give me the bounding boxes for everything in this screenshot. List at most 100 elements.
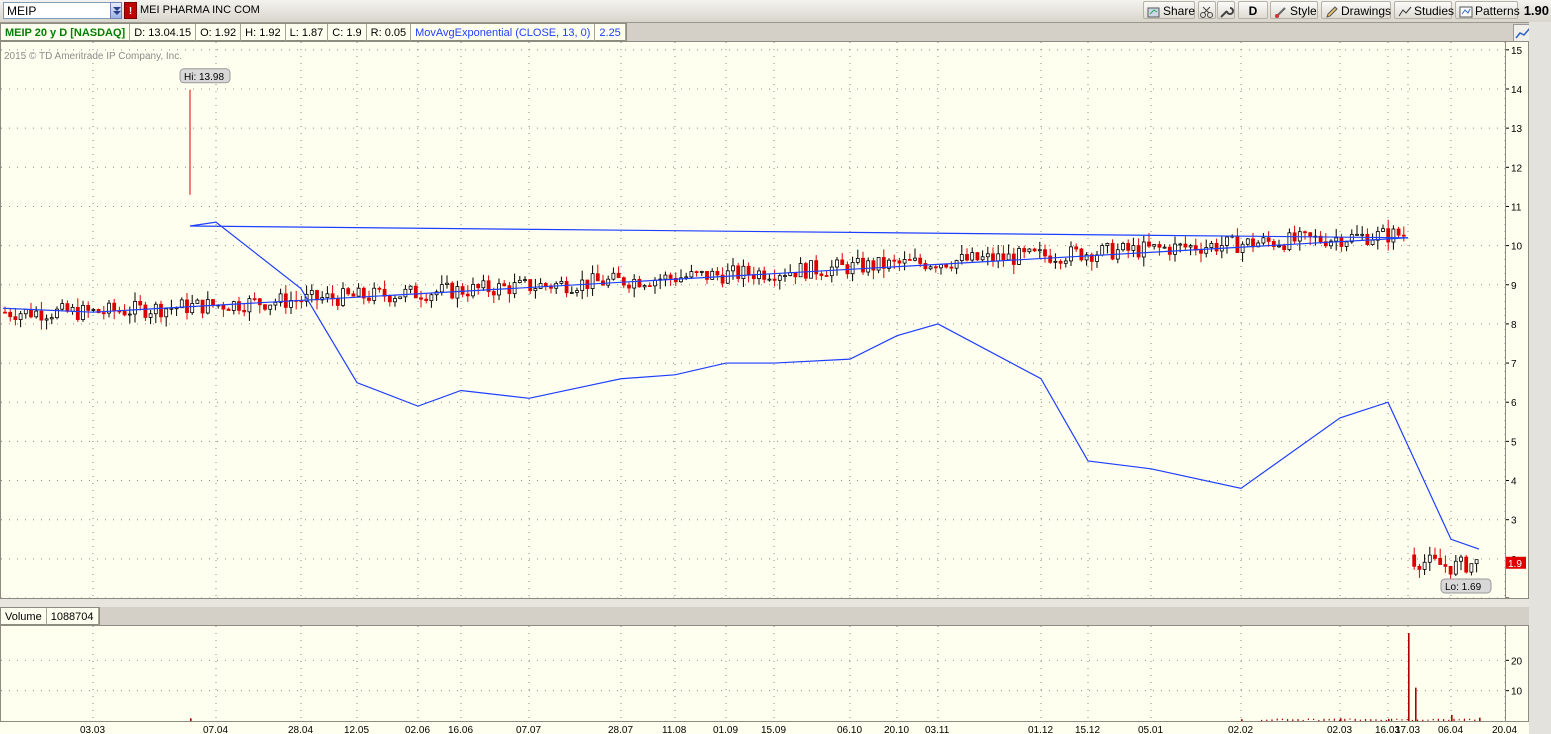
candle <box>949 266 954 269</box>
date-tick-label: 20.10 <box>884 725 909 734</box>
brush-icon <box>1275 7 1286 18</box>
candle <box>1427 554 1432 563</box>
settings-button[interactable] <box>1217 1 1235 19</box>
candle <box>1157 244 1162 248</box>
candle <box>1037 249 1042 252</box>
date-axis[interactable]: 03.03 17.03 07.04 28.04 12.05 02.06 16.06 07.07… <box>0 722 1530 734</box>
alert-icon[interactable]: ! <box>124 2 137 19</box>
candle <box>190 303 195 314</box>
candle <box>408 285 413 290</box>
date-tick-label: 02.03 <box>1327 725 1352 734</box>
volume-bar <box>1333 718 1335 721</box>
candle <box>257 298 262 306</box>
candle <box>81 305 85 320</box>
candle <box>465 293 470 297</box>
candle <box>533 288 538 292</box>
style-button[interactable]: Style <box>1270 1 1318 19</box>
last-price-marker-label: 1.9 <box>1508 559 1522 570</box>
candle <box>476 284 481 289</box>
candle <box>1225 236 1229 246</box>
studies-button[interactable]: Studies <box>1394 1 1454 19</box>
candle <box>746 265 751 276</box>
candle <box>1344 241 1349 247</box>
candle <box>1422 561 1427 570</box>
candle <box>694 271 699 273</box>
candle <box>18 313 23 320</box>
period-button[interactable]: D <box>1238 1 1268 19</box>
candle <box>1474 559 1479 565</box>
candle <box>1183 243 1188 248</box>
candle <box>75 306 80 320</box>
candle <box>211 299 215 306</box>
patterns-button[interactable]: Patterns <box>1455 1 1520 19</box>
date-tick-label: 16.06 <box>448 725 473 734</box>
candle <box>809 260 813 279</box>
price-tick-label: 6 <box>1511 398 1517 409</box>
symbol-dropdown-button[interactable] <box>110 2 122 19</box>
price-tick-label: 3 <box>1511 516 1517 527</box>
candle <box>606 278 611 286</box>
date-tick-label: 07.07 <box>516 725 541 734</box>
candle <box>1433 554 1437 559</box>
price-chart-svg: Hi: 13.98 Lo: 1.69 <box>1 42 1506 599</box>
date-tick-label: 07.04 <box>203 725 228 734</box>
chart-title[interactable]: MEIP 20 y D [NASDAQ] <box>1 24 131 41</box>
candle <box>689 271 694 278</box>
candle <box>803 263 808 279</box>
price-axis[interactable]: 234567891011121314151.9 <box>1506 41 1529 599</box>
candle <box>939 264 943 269</box>
candle <box>1017 248 1021 265</box>
volume-bar <box>1340 718 1342 721</box>
panel-splitter[interactable] <box>0 599 1530 607</box>
date-tick-label: 15.09 <box>761 725 786 734</box>
candle <box>528 279 533 292</box>
candle <box>725 270 730 284</box>
candle <box>523 279 527 282</box>
candle <box>1121 243 1125 251</box>
date-tick-label: 16.03 <box>1375 725 1400 734</box>
price-tick-label: 14 <box>1511 85 1523 96</box>
volume-label[interactable]: Volume <box>1 608 47 625</box>
candle <box>237 301 241 311</box>
candle <box>741 265 746 279</box>
candle <box>1100 245 1105 256</box>
symbol-input[interactable] <box>3 2 115 19</box>
candle <box>1401 234 1406 237</box>
patterns-icon <box>1459 6 1473 18</box>
candle <box>1022 248 1027 253</box>
right-scroll-strip[interactable] <box>1529 22 1551 734</box>
candle <box>1147 241 1151 247</box>
share-button[interactable]: Share <box>1143 1 1195 19</box>
volume-bar <box>1297 719 1299 722</box>
share-label: Share <box>1163 4 1196 18</box>
tools-button[interactable] <box>1198 1 1216 19</box>
price-chart-panel[interactable]: Hi: 13.98 Lo: 1.69 <box>0 41 1506 599</box>
volume-bar <box>1408 633 1410 721</box>
candle <box>169 307 174 310</box>
candle <box>138 301 143 306</box>
candle <box>705 270 709 280</box>
candle <box>907 259 912 261</box>
candle <box>632 278 637 289</box>
candle <box>996 253 1001 262</box>
candle <box>133 301 137 315</box>
candle <box>164 308 169 318</box>
candle <box>699 270 704 273</box>
candle <box>1240 243 1245 253</box>
volume-bar <box>1349 718 1351 720</box>
candle <box>268 304 273 310</box>
candle <box>23 308 28 315</box>
volume-chart-panel[interactable] <box>0 625 1506 723</box>
price-tick-label: 10 <box>1511 242 1523 253</box>
drawings-button[interactable]: Drawings <box>1321 1 1391 19</box>
candle <box>439 284 444 293</box>
candle <box>1370 239 1375 245</box>
volume-bar <box>1479 717 1481 721</box>
study-label[interactable]: MovAvgExponential (CLOSE, 13, 0) <box>411 24 596 41</box>
candle <box>159 303 163 318</box>
volume-axis[interactable]: 10 20 <box>1506 625 1529 722</box>
candle <box>398 296 403 299</box>
volume-bar <box>1380 719 1382 722</box>
date-tick-label: 11.08 <box>662 725 687 734</box>
candle <box>1006 253 1011 261</box>
